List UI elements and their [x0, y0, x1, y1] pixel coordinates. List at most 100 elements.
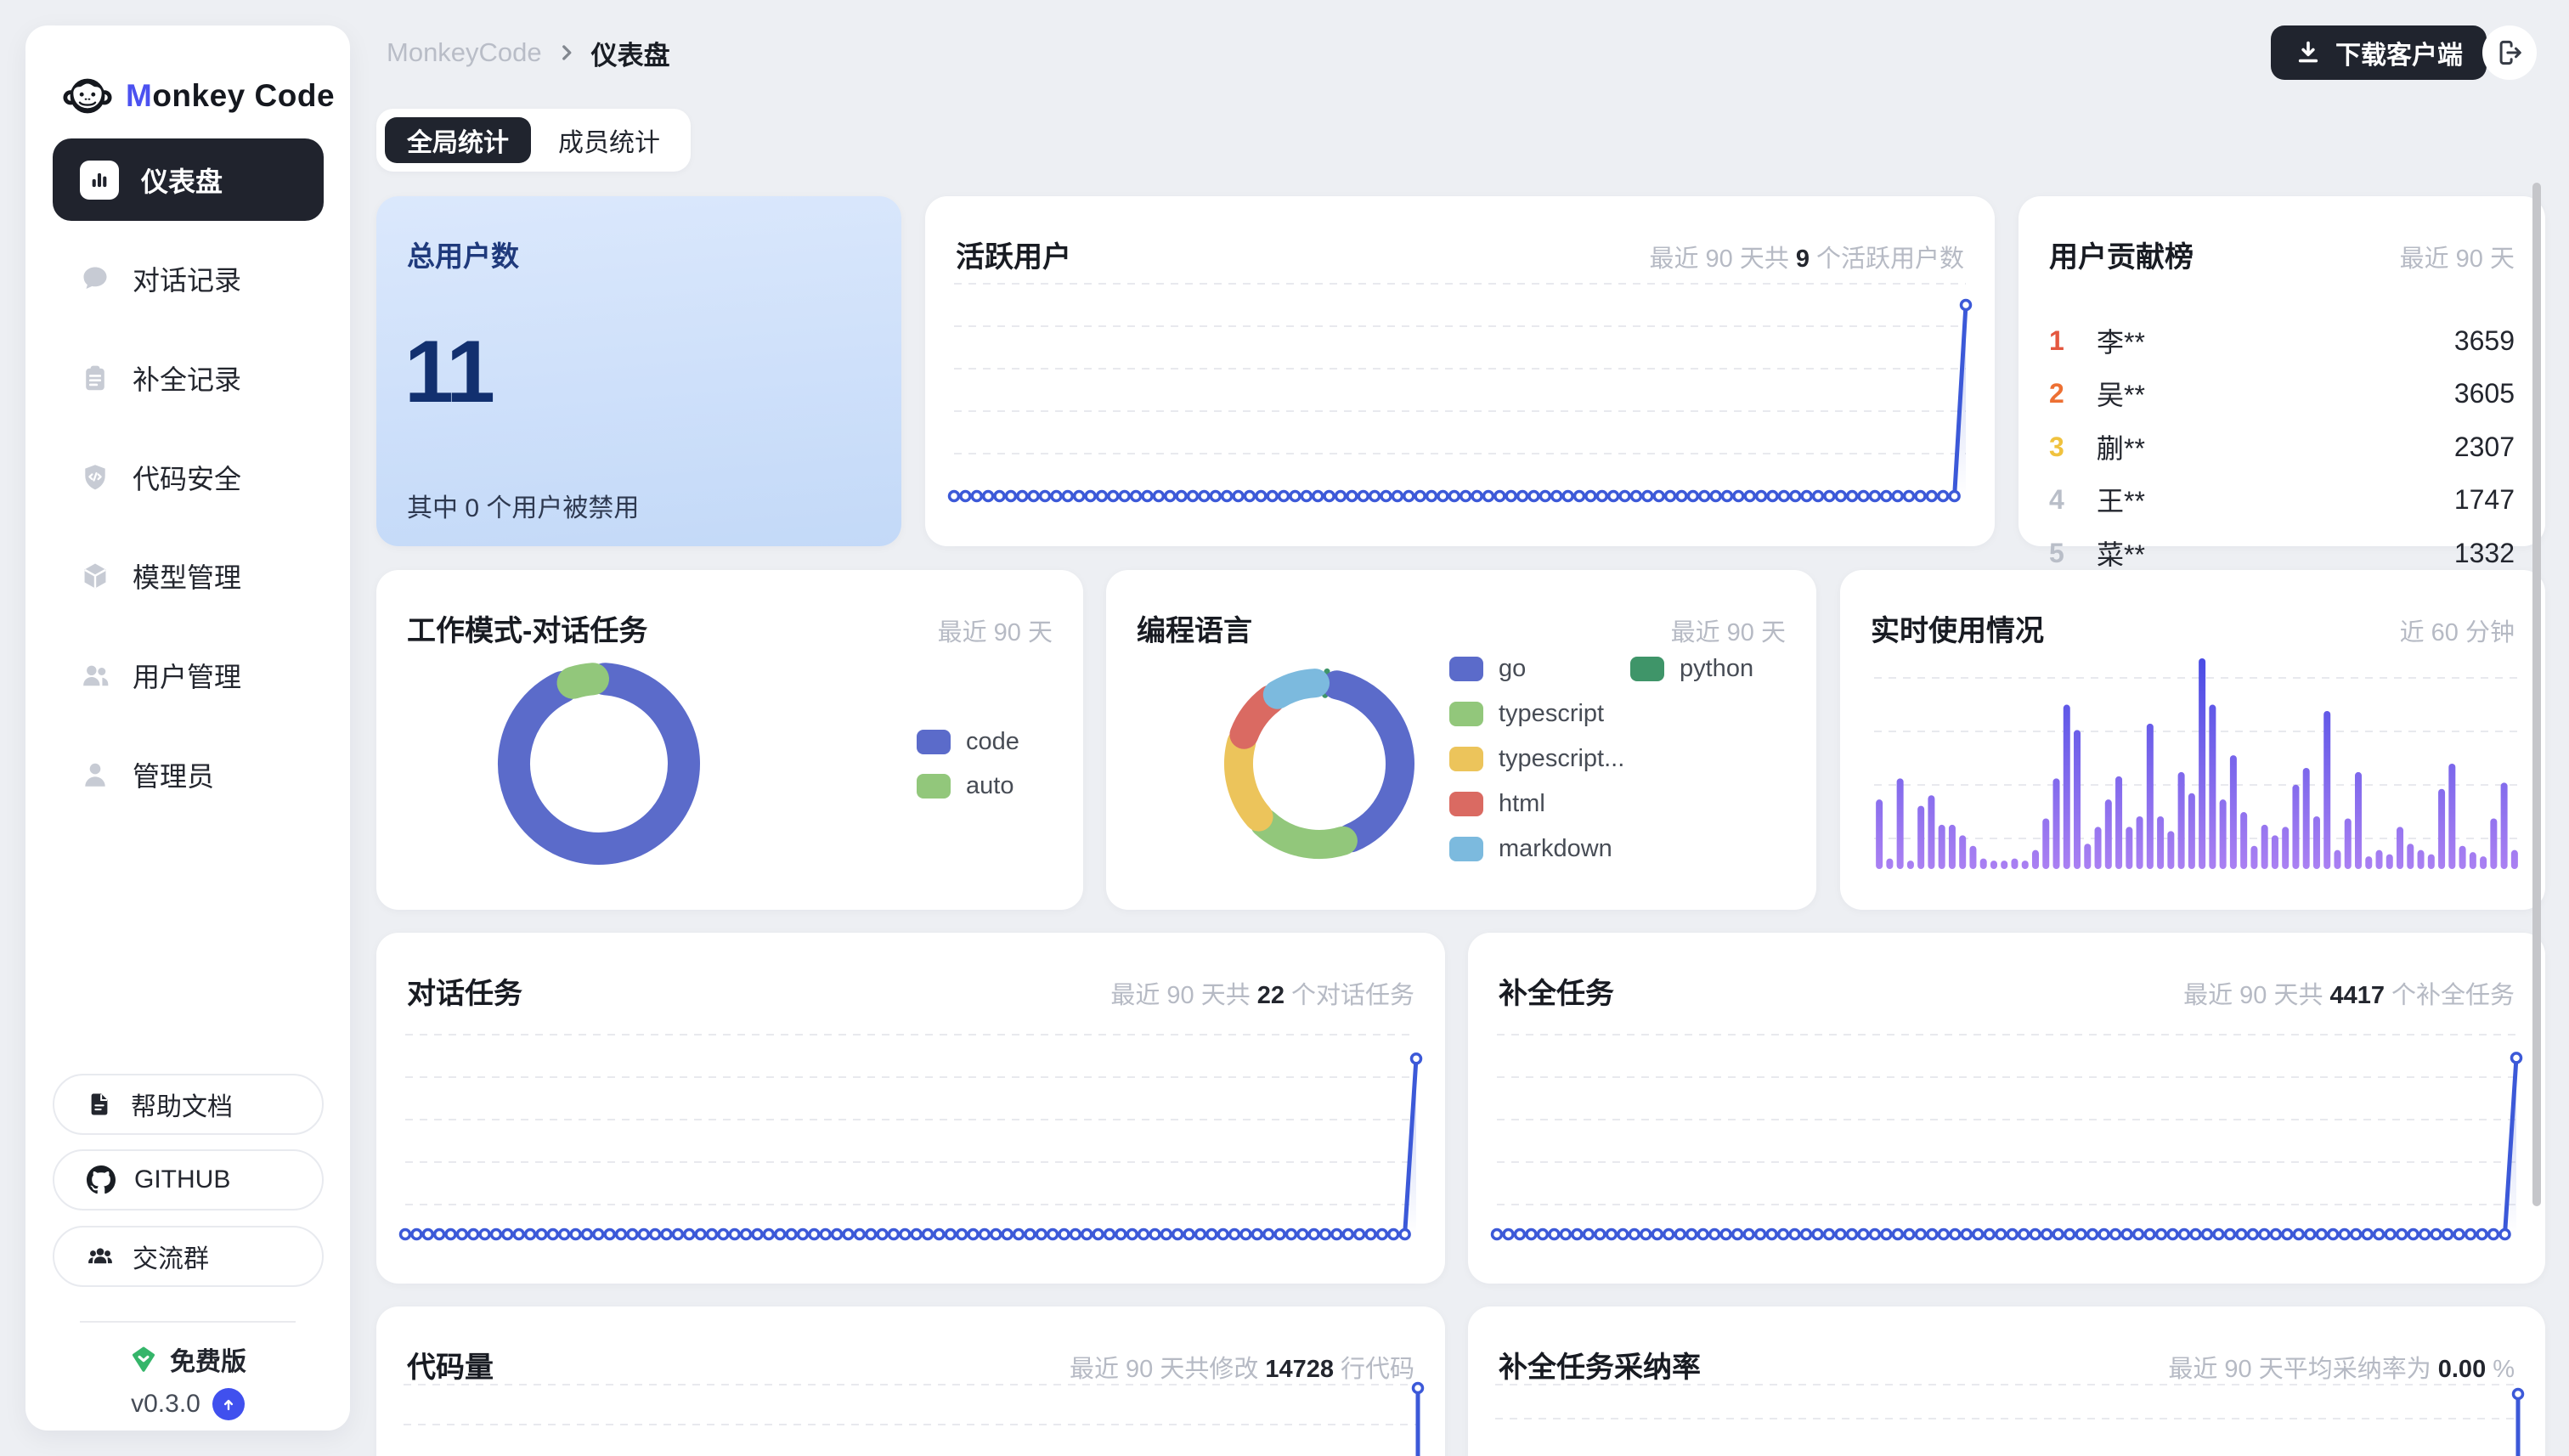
edition-label: 免费版 — [170, 1340, 246, 1378]
leaderboard-row: 4 王** 1747 — [2049, 481, 2515, 518]
sidebar-item-label: 对话记录 — [133, 259, 241, 298]
logout-icon — [2495, 38, 2524, 67]
download-client-button[interactable]: 下载客户端 — [2271, 25, 2487, 80]
legend-label: typescript — [1499, 700, 1604, 728]
tab-global-stats[interactable]: 全局统计 — [385, 117, 531, 163]
model-cube-icon — [80, 561, 110, 591]
code-lines-chart — [376, 1306, 1445, 1456]
work-mode-card: 工作模式-对话任务 最近 90 天 codeauto — [376, 570, 1083, 910]
user-score: 1332 — [2454, 538, 2515, 569]
help-docs-label: 帮助文档 — [131, 1086, 233, 1123]
github-label: GITHUB — [134, 1165, 230, 1194]
dashboard-icon — [80, 161, 119, 200]
user-score: 3659 — [2454, 325, 2515, 357]
breadcrumb-root[interactable]: MonkeyCode — [387, 37, 542, 68]
upgrade-icon[interactable] — [212, 1388, 245, 1420]
languages-card: 编程语言 最近 90 天 pythongotypescripttypescrip… — [1106, 570, 1816, 910]
page-scrollbar[interactable] — [2532, 183, 2541, 1206]
download-client-label: 下载客户端 — [2335, 34, 2463, 71]
realtime-usage-bar-chart — [1840, 570, 2545, 910]
chat-tasks-chart — [376, 933, 1445, 1284]
legend-item-typescript-[interactable]: typescript... — [1449, 745, 1624, 773]
breadcrumb-current: 仪表盘 — [591, 34, 670, 72]
leaderboard-row: 2 吴** 3605 — [2049, 375, 2515, 412]
legend-item-code[interactable]: code — [917, 728, 1019, 756]
dashboard-page: Monkey Code 仪表盘 对话记录 — [0, 0, 2569, 1456]
legend-item-go[interactable]: go — [1449, 655, 1526, 683]
sidebar-item-code-security[interactable]: 代码安全 — [53, 443, 324, 511]
sidebar-item-label: 补全记录 — [133, 358, 241, 398]
sidebar-item-label: 模型管理 — [133, 556, 241, 595]
leaderboard-row: 3 蒯** 2307 — [2049, 428, 2515, 466]
github-icon — [87, 1165, 116, 1194]
user-score: 2307 — [2454, 432, 2515, 463]
github-button[interactable]: GITHUB — [53, 1149, 324, 1211]
legend-item-auto[interactable]: auto — [917, 772, 1013, 800]
community-button[interactable]: 交流群 — [53, 1226, 324, 1287]
document-icon — [87, 1092, 112, 1117]
legend-swatch — [1449, 792, 1483, 816]
clipboard-icon — [80, 363, 110, 393]
legend-swatch — [1449, 702, 1483, 726]
logout-button[interactable] — [2482, 25, 2537, 80]
chevron-right-icon — [556, 42, 578, 64]
legend-label: markdown — [1499, 835, 1612, 863]
download-icon — [2295, 39, 2322, 66]
legend-label: html — [1499, 790, 1545, 818]
legend-swatch — [1449, 657, 1483, 681]
completion-tasks-chart — [1468, 933, 2545, 1284]
monkey-logo-icon — [63, 71, 112, 121]
community-label: 交流群 — [133, 1238, 209, 1275]
legend-label: go — [1499, 655, 1526, 683]
sidebar-item-chat-history[interactable]: 对话记录 — [53, 245, 324, 313]
rank-number: 5 — [2049, 538, 2097, 569]
help-docs-button[interactable]: 帮助文档 — [53, 1074, 324, 1135]
legend-swatch — [1630, 657, 1664, 681]
sidebar-item-label: 仪表盘 — [141, 161, 223, 200]
version-label: v0.3.0 — [131, 1390, 200, 1419]
edition-badge: 免费版 — [25, 1340, 350, 1378]
sidebar-item-label: 代码安全 — [133, 458, 241, 497]
tab-member-stats[interactable]: 成员统计 — [536, 117, 682, 163]
user-score: 3605 — [2454, 378, 2515, 409]
app-logo[interactable]: Monkey Code — [63, 71, 335, 121]
total-users-value: 11 — [404, 322, 493, 423]
legend-label: typescript... — [1499, 745, 1624, 773]
leaderboard-card: 用户贡献榜 最近 90 天 1 李** 3659 2 吴** 3605 3 蒯*… — [2019, 196, 2545, 546]
rank-number: 1 — [2049, 325, 2097, 357]
user-name: 王** — [2097, 480, 2145, 519]
adoption-rate-card: 补全任务采纳率 最近 90 天平均采纳率为0.00% — [1468, 1306, 2545, 1456]
legend-item-html[interactable]: html — [1449, 790, 1545, 818]
rank-number: 4 — [2049, 484, 2097, 516]
user-score: 1747 — [2454, 484, 2515, 516]
legend-label: auto — [966, 772, 1013, 800]
legend-swatch — [917, 774, 951, 799]
user-name: 蒯** — [2097, 427, 2145, 466]
code-lines-card: 代码量 最近 90 天共修改14728行代码 — [376, 1306, 1445, 1456]
legend-item-typescript[interactable]: typescript — [1449, 700, 1604, 728]
card-title: 用户贡献榜 — [2049, 234, 2194, 275]
adoption-rate-chart — [1468, 1306, 2545, 1456]
legend-item-python[interactable]: python — [1630, 655, 1753, 683]
sidebar-item-label: 用户管理 — [133, 656, 241, 695]
legend-swatch — [1449, 837, 1483, 861]
legend-label: python — [1680, 655, 1753, 683]
completion-tasks-card: 补全任务 最近 90 天共4417个补全任务 — [1468, 933, 2545, 1284]
sidebar-item-admin[interactable]: 管理员 — [53, 741, 324, 809]
leaderboard-row: 1 李** 3659 — [2049, 322, 2515, 359]
realtime-usage-card: 实时使用情况 近 60 分钟 — [1840, 570, 2545, 910]
community-group-icon — [87, 1243, 114, 1270]
legend-item-markdown[interactable]: markdown — [1449, 835, 1612, 863]
sidebar-item-completion-history[interactable]: 补全记录 — [53, 344, 324, 412]
users-icon — [80, 660, 110, 691]
total-users-title: 总用户数 — [407, 234, 519, 274]
user-name: 李** — [2097, 321, 2145, 360]
brand-name: Monkey Code — [126, 78, 335, 114]
sidebar-divider — [80, 1321, 296, 1323]
sidebar-item-user-management[interactable]: 用户管理 — [53, 641, 324, 709]
sidebar-item-label: 管理员 — [133, 755, 214, 794]
stats-tabs: 全局统计 成员统计 — [376, 109, 691, 172]
code-shield-icon — [80, 462, 110, 493]
sidebar-item-dashboard[interactable]: 仪表盘 — [53, 138, 324, 221]
sidebar-item-model-management[interactable]: 模型管理 — [53, 542, 324, 610]
